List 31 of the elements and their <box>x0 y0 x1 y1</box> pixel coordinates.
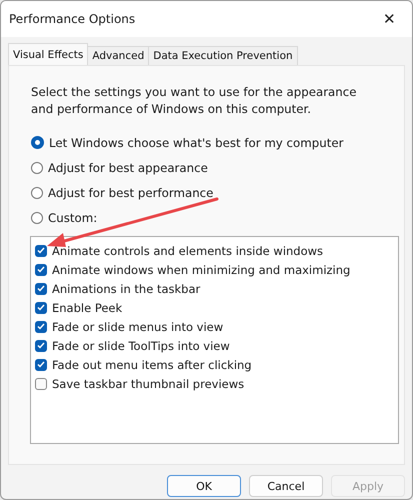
dialog-button[interactable]: Cancel <box>249 475 323 497</box>
checkbox-label: Enable Peek <box>52 300 122 314</box>
instruction-text: Select the settings you want to use for the appearance and performance of Windows on this computer. <box>31 84 358 118</box>
close-button[interactable]: ✕ <box>377 8 402 30</box>
checkbox[interactable] <box>35 282 47 294</box>
checkbox-label: Animations in the taskbar <box>52 282 200 296</box>
radio-label: Adjust for best performance <box>48 186 214 200</box>
radio-button[interactable] <box>31 136 44 149</box>
radio-button[interactable] <box>31 186 43 198</box>
checkbox[interactable] <box>35 358 47 370</box>
radio-button[interactable] <box>31 162 43 174</box>
checkbox[interactable] <box>35 244 47 256</box>
checkbox-label: Animate windows when minimizing and maximizing <box>52 262 350 276</box>
radio-button[interactable] <box>31 212 43 224</box>
checkbox-label: Save taskbar thumbnail previews <box>52 376 244 390</box>
radio-label: Adjust for best appearance <box>48 160 208 174</box>
checkbox[interactable] <box>35 264 47 276</box>
tab[interactable]: Data Execution Prevention <box>148 46 298 65</box>
radio-label: Custom: <box>48 210 98 224</box>
dialog-button[interactable]: OK <box>167 475 241 497</box>
checkbox[interactable] <box>35 320 47 332</box>
radio-label: Let Windows choose what's best for my computer <box>49 136 344 150</box>
checkbox-label: Fade or slide ToolTips into view <box>52 338 230 352</box>
checkbox-label: Fade out menu items after clicking <box>52 358 252 372</box>
checkbox[interactable] <box>35 378 47 390</box>
checkbox[interactable] <box>35 340 47 352</box>
checkbox-label: Animate controls and elements inside windows <box>52 244 324 258</box>
checkbox-label: Fade or slide menus into view <box>52 320 224 334</box>
window-title: Performance Options <box>9 12 136 26</box>
checkbox[interactable] <box>35 302 47 314</box>
tab[interactable]: Visual Effects <box>8 43 88 65</box>
